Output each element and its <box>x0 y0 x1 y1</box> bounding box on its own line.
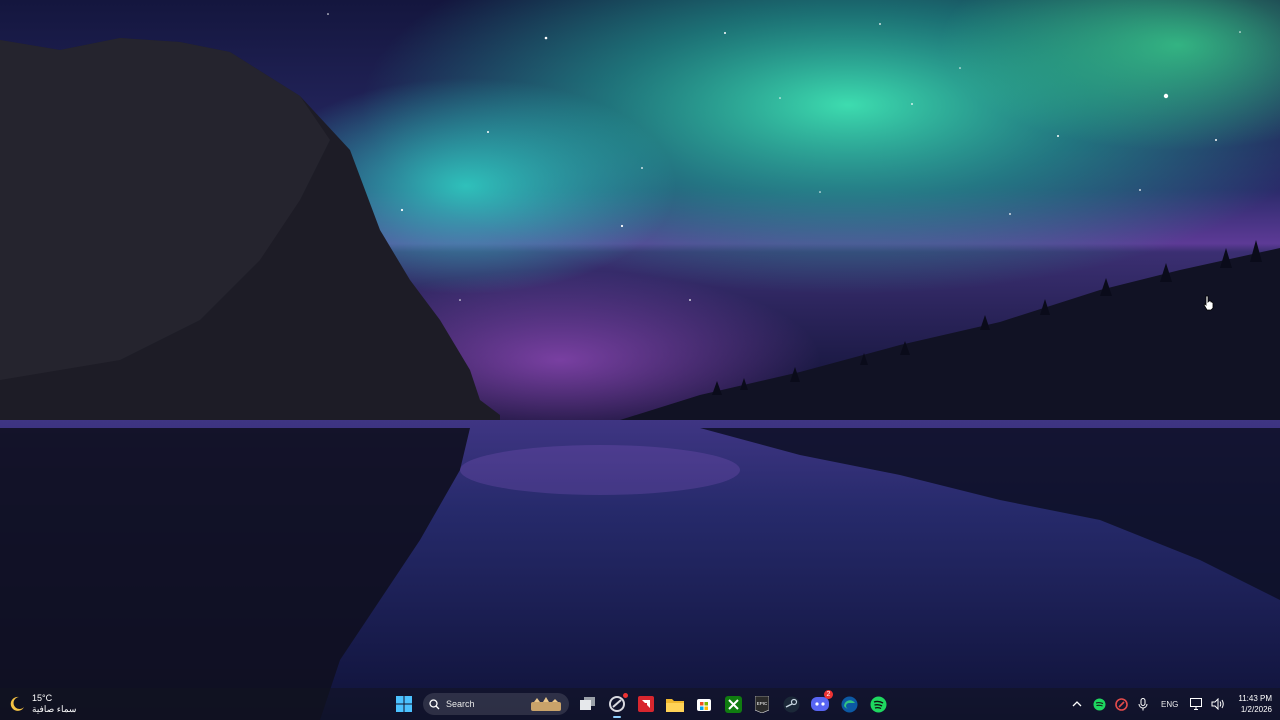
tray-spotify[interactable] <box>1091 696 1107 712</box>
weather-temperature: 15°C <box>32 693 53 703</box>
taskbar-app-amd[interactable] <box>634 692 658 716</box>
taskbar-app-store[interactable] <box>692 692 716 716</box>
clock-time: 11:43 PM <box>1238 694 1272 703</box>
clock[interactable]: 11:43 PM 1/2/2026 <box>1238 693 1272 715</box>
xbox-icon <box>724 695 742 713</box>
volume-icon <box>1211 698 1225 710</box>
steam-icon <box>783 696 799 712</box>
search-highlight-icon <box>531 697 561 711</box>
show-hidden-icons-button[interactable] <box>1069 696 1085 712</box>
chevron-up-icon <box>1072 701 1082 707</box>
edge-icon <box>841 696 857 712</box>
windows-logo-icon <box>396 696 412 712</box>
weather-condition: سماء صافية <box>32 704 77 714</box>
tray-volume[interactable] <box>1210 696 1226 712</box>
system-tray: ENG 11:43 PM 1/2/2026 <box>1069 690 1272 718</box>
notification-dot <box>623 693 628 698</box>
task-view-icon <box>580 697 595 710</box>
taskbar-app-steam[interactable] <box>779 692 803 716</box>
tray-microphone[interactable] <box>1135 696 1151 712</box>
spotify-icon <box>870 696 886 712</box>
network-monitor-icon <box>1189 698 1202 710</box>
search-icon <box>429 698 440 709</box>
tray-network[interactable] <box>1188 696 1204 712</box>
folder-icon <box>666 698 684 712</box>
input-language[interactable]: ENG <box>1161 700 1178 709</box>
taskbar-app-edge[interactable] <box>837 692 861 716</box>
desktop[interactable] <box>0 0 1280 720</box>
red-circle-tray-icon <box>1114 697 1128 711</box>
search-label: Search <box>446 699 475 709</box>
taskbar-app-epic-games[interactable]: EPIC <box>750 692 774 716</box>
svg-text:EPIC: EPIC <box>757 701 768 706</box>
start-button[interactable] <box>392 692 416 716</box>
discord-notification-badge: 2 <box>824 690 833 699</box>
taskbar-app-xbox[interactable] <box>721 692 745 716</box>
search-box[interactable]: Search <box>423 693 569 715</box>
taskbar: 15°C سماء صافية Search EPIC 2 ENG 11:43 … <box>0 688 1280 720</box>
mouse-cursor-icon <box>1203 295 1214 311</box>
desktop-wallpaper <box>0 0 1280 720</box>
moon-icon <box>10 696 24 711</box>
amd-icon <box>638 696 654 712</box>
taskbar-app-discord[interactable]: 2 <box>808 690 833 716</box>
spotify-tray-icon <box>1093 698 1105 710</box>
store-icon <box>697 699 711 711</box>
taskbar-app-spotify[interactable] <box>866 692 890 716</box>
microphone-icon <box>1138 697 1148 710</box>
taskbar-app-circle[interactable] <box>605 692 629 718</box>
tray-app-red[interactable] <box>1113 696 1129 712</box>
taskbar-center: Search EPIC 2 <box>392 690 890 718</box>
clock-date: 1/2/2026 <box>1240 705 1272 714</box>
epic-games-icon: EPIC <box>755 695 769 713</box>
taskbar-app-file-explorer[interactable] <box>663 692 687 716</box>
weather-widget[interactable]: 15°C سماء صافية <box>8 691 76 717</box>
task-view-button[interactable] <box>576 692 600 716</box>
